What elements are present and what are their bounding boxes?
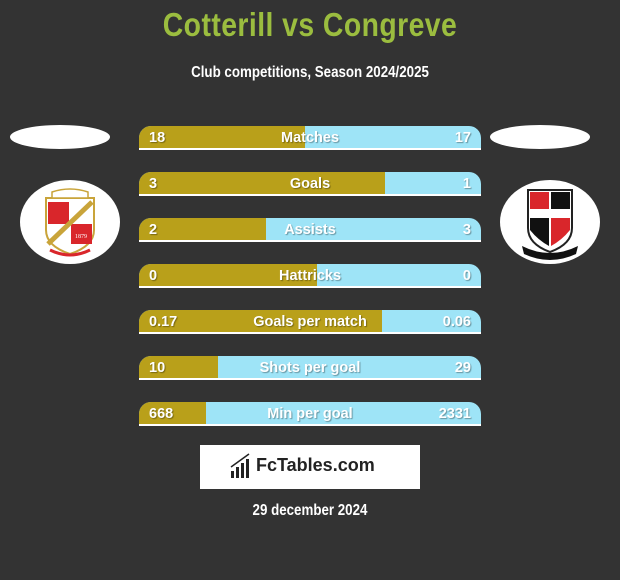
stat-label: Min per goal: [267, 406, 353, 422]
stat-bar-goals: 3 Goals 1: [139, 172, 481, 196]
stat-bar-hattricks: 0 Hattricks 0: [139, 264, 481, 288]
stat-label: Shots per goal: [259, 360, 361, 376]
stat-bar-matches: 18 Matches 17: [139, 126, 481, 150]
page-subtitle: Club competitions, Season 2024/2025: [191, 64, 429, 81]
page-title: Cotterill vs Congreve: [162, 6, 458, 43]
stat-label: Goals: [289, 176, 331, 192]
right-value: 2331: [438, 406, 471, 422]
right-value: 29: [454, 360, 471, 376]
stat-bar-assists: 2 Assists 3: [139, 218, 481, 242]
right-value: 0.06: [442, 314, 471, 330]
bromley-crest-icon: [522, 189, 578, 260]
right-value: 3: [462, 222, 471, 238]
right-team-logo[interactable]: [500, 180, 600, 264]
brand-name: FcTables.com: [256, 455, 375, 475]
right-team-name-placeholder: [490, 125, 590, 149]
left-team-name-placeholder: [10, 125, 110, 149]
bar-chart-icon: [230, 453, 250, 478]
stat-label: Hattricks: [278, 268, 342, 284]
stat-label: Goals per match: [253, 314, 367, 330]
fctables-logo[interactable]: FcTables.com: [200, 445, 420, 489]
swindon-crest-icon: 1879: [45, 188, 95, 257]
stat-label: Matches: [280, 130, 340, 146]
stat-label: Assists: [284, 222, 336, 238]
right-value: 17: [454, 130, 471, 146]
stat-bar-min-per-goal: 668 Min per goal 2331: [139, 402, 481, 426]
right-value: 0: [462, 268, 471, 284]
stat-bar-goals-per-match: 0.17 Goals per match 0.06: [139, 310, 481, 334]
stat-bar-shots-per-goal: 10 Shots per goal 29: [139, 356, 481, 380]
left-team-logo[interactable]: 1879: [20, 180, 120, 264]
right-value: 1: [462, 176, 471, 192]
svg-text:1879: 1879: [75, 234, 87, 240]
date-label: 29 december 2024: [252, 502, 368, 519]
